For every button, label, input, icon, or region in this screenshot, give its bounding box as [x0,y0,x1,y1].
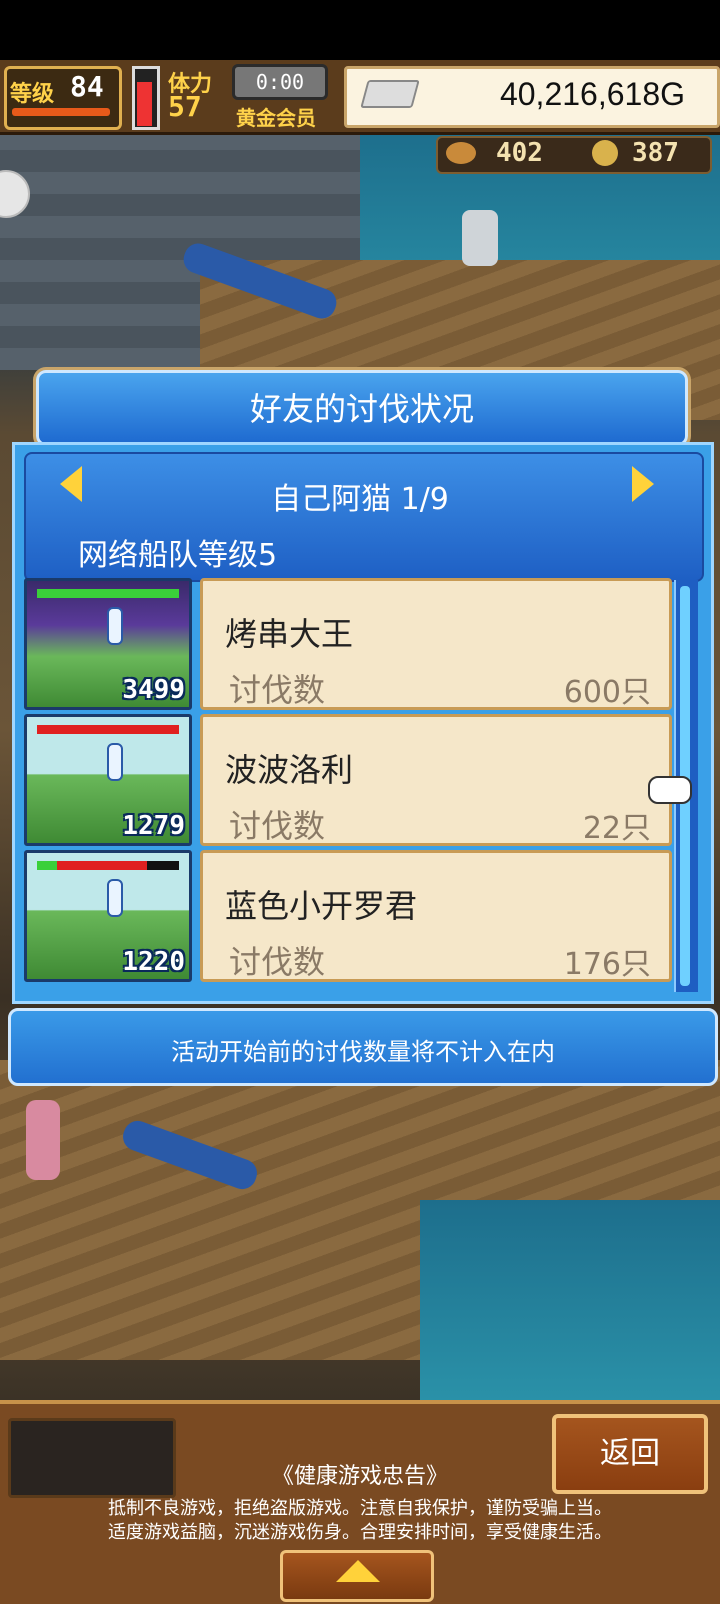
stamina-value: 57 [168,90,202,123]
bread-icon [446,142,476,164]
pointing-hand-icon [648,776,692,804]
list-item[interactable]: 3499 烤串大王 讨伐数 600只 [24,578,672,710]
monster-card: 波波洛利 讨伐数 22只 [200,714,672,846]
lamp-icon [462,210,498,266]
health-advice-line1: 抵制不良游戏，拒绝盗版游戏。注意自我保护，谨防受骗上当。 [108,1498,612,1519]
monster-card: 烤串大王 讨伐数 600只 [200,578,672,710]
monster-power: 1220 [122,947,185,977]
monster-name: 烤串大王 [225,615,354,653]
list-item[interactable]: 1279 波波洛利 讨伐数 22只 [24,714,672,846]
alert-icon [107,607,123,645]
character-sprite[interactable] [26,1100,60,1180]
fleet-level: 网络船队等级5 [78,538,278,573]
level-value: 84 [70,70,104,103]
footer-note: 活动开始前的讨伐数量将不计入在内 [171,1038,555,1066]
silver-ingot-icon [360,80,420,108]
monster-name: 波波洛利 [225,751,354,789]
resource1-value: 402 [496,138,543,168]
timer-display: 0:00 [232,64,328,100]
monster-thumbnail: 1279 [24,714,192,846]
health-advice-line2: 适度游戏益脑，沉迷游戏伤身。合理安排时间，享受健康生活。 [108,1522,612,1543]
friend-name: 自己阿猫 1/9 [271,482,449,517]
monster-power: 3499 [122,675,185,705]
monster-name: 蓝色小开罗君 [225,887,418,925]
hp-bar-green [37,861,57,870]
stamina-gauge-fill [137,82,152,126]
member-badge[interactable]: 黄金会员 [236,102,316,131]
level-label: 等级 [10,82,55,107]
hp-bar-empty [147,861,179,870]
gold-value: 40,216,618G [499,76,685,112]
monster-thumbnail: 3499 [24,578,192,710]
lower-sea-water [420,1200,720,1400]
kill-value: 22只 [582,811,651,846]
kill-label: 讨伐数 [229,671,326,709]
monster-power: 1279 [122,811,185,841]
level-exp-bar [12,108,110,116]
kill-value: 176只 [563,947,651,982]
monster-thumbnail: 1220 [24,850,192,982]
prev-friend-arrow-icon[interactable] [60,466,82,502]
medal-icon [592,140,618,166]
resource2-value: 387 [632,138,679,168]
kill-value: 600只 [563,675,651,710]
alert-icon [107,879,123,917]
alert-icon [107,743,123,781]
hp-bar [37,725,179,734]
health-advice-title: 《健康游戏忠告》 [271,1464,448,1489]
kill-label: 讨伐数 [229,807,326,845]
kill-label: 讨伐数 [229,943,326,981]
next-friend-arrow-icon[interactable] [632,466,654,502]
hp-bar [37,589,179,598]
dialog-title: 好友的讨伐状况 [249,390,474,428]
list-item[interactable]: 1220 蓝色小开罗君 讨伐数 176只 [24,850,672,982]
monster-card: 蓝色小开罗君 讨伐数 176只 [200,850,672,982]
up-arrow-icon [336,1560,380,1582]
